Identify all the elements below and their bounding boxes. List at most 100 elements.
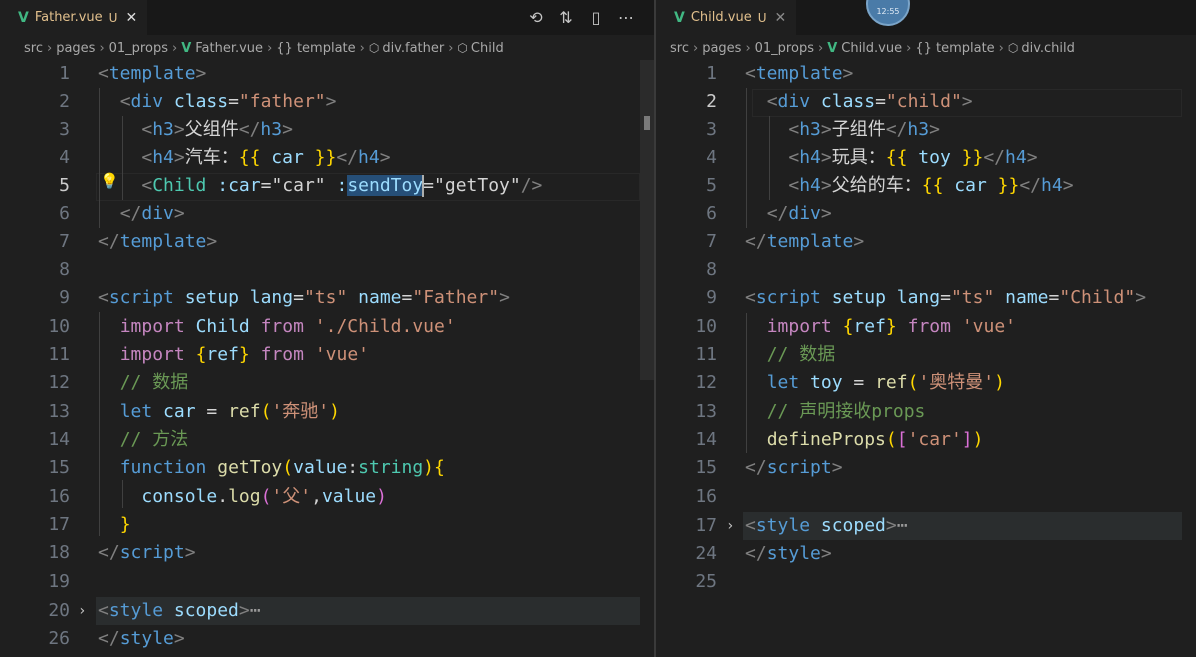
vue-file-icon: V [18,9,29,26]
untracked-badge: U [757,10,767,25]
left-editor-group: V Father.vue U ✕ ⟲ ⇅ ▯ ⋯ src › pages › 01_… [0,0,654,657]
line-number: 18 [48,542,70,563]
line-number: 9 [706,287,717,308]
line-number: 11 [48,344,70,365]
breadcrumb-item[interactable]: div.child [1021,41,1075,56]
timeline-icon[interactable]: ⟲ [528,8,544,27]
breadcrumb-item[interactable]: Child.vue [841,41,902,56]
line-number: 10 [695,316,717,337]
code-line: <style scoped>⋯ [98,600,261,621]
fold-chevron-icon[interactable]: › [726,512,734,540]
source-control-compare-icon[interactable]: ⇅ [558,8,574,27]
tab-father-vue[interactable]: V Father.vue U ✕ [0,0,148,35]
code-line: // 方法 [119,429,189,450]
code-line: <h4>玩具：{{ toy }}</h4> [788,147,1038,168]
line-number: 25 [695,571,717,592]
breadcrumb-item[interactable]: pages [56,41,95,56]
vue-file-icon: V [181,40,192,56]
code-line: <script setup lang="ts" name="Father"> [98,287,510,308]
line-number: 11 [695,344,717,365]
breadcrumb-item[interactable]: {} template [915,41,994,56]
clock-overlay: 12:55 [866,0,910,26]
code-line: </style> [745,543,832,564]
code-line: <h4>汽车：{{ car }}</h4> [141,147,391,168]
code-editor[interactable]: 1 2 3 4 5 6 7 8 9 10 11 12 13 14 15 16 1… [656,60,1196,657]
code-line: <div class="father"> [119,91,337,112]
code-line: </template> [745,231,865,252]
code-line: import {ref} from 'vue' [119,344,369,365]
line-number: 16 [695,486,717,507]
line-number: 15 [695,457,717,478]
vue-file-icon: V [674,9,685,26]
code-line: } [119,514,131,535]
breadcrumb: src › pages › 01_props › V Father.vue › {} te… [24,40,504,56]
code-line: // 声明接收props [766,401,926,422]
element-icon: ⬡ [457,41,468,55]
code-line: </script> [98,542,196,563]
code-line: <h3>子组件</h3> [788,119,940,140]
breadcrumb-item[interactable]: div.father [382,41,444,56]
code-line: // 数据 [766,344,836,365]
left-tabbar: V Father.vue U ✕ ⟲ ⇅ ▯ ⋯ [0,0,654,35]
split-editor-icon[interactable]: ▯ [588,8,604,27]
close-tab-icon[interactable]: ✕ [775,10,787,26]
breadcrumb-item[interactable]: Child [471,41,504,56]
breadcrumb-item[interactable]: {} template [276,41,355,56]
line-number: 17 [695,515,717,536]
line-number: 16 [48,486,70,507]
breadcrumb: src › pages › 01_props › V Child.vue › {} tem… [670,40,1075,56]
line-number: 2 [59,91,70,112]
element-icon: ⬡ [368,41,380,55]
breadcrumb-item[interactable]: pages [702,41,741,56]
line-number: 12 [48,372,70,393]
code-line: <style scoped>⋯ [745,515,908,536]
line-number: 6 [59,203,70,224]
line-number: 5 [706,175,717,196]
close-tab-icon[interactable]: ✕ [125,10,137,26]
code-line: <h4>父给的车：{{ car }}</h4> [788,175,1074,196]
element-icon: ⬡ [1007,41,1019,55]
code-line: <script setup lang="ts" name="Child"> [745,287,1147,308]
fold-chevron-icon[interactable]: › [78,597,86,625]
line-number: 1 [59,63,70,84]
breadcrumb-item[interactable]: 01_props [109,41,168,56]
line-number: 15 [48,457,70,478]
line-number: 2 [706,91,717,112]
breadcrumb-item[interactable]: 01_props [755,41,814,56]
line-number: 17 [48,514,70,535]
editor-actions: ⟲ ⇅ ▯ ⋯ [528,0,634,35]
breadcrumb-item[interactable]: src [670,41,689,56]
line-number: 14 [48,429,70,450]
breadcrumb-item[interactable]: src [24,41,43,56]
code-line: // 数据 [119,372,189,393]
code-line: </script> [745,457,843,478]
code-line: let toy = ref('奥特曼') [766,372,1005,393]
line-number: 4 [706,147,717,168]
code-line: function getToy(value:string){ [119,457,445,478]
code-line: defineProps(['car']) [766,429,984,450]
tab-label: Child.vue [690,10,752,25]
code-line: <template> [98,63,207,84]
line-number: 14 [695,429,717,450]
code-line: <Child :car="car" :sendToy="getToy"/> [141,175,543,197]
line-number: 10 [48,316,70,337]
line-number: 13 [48,401,70,422]
untracked-badge: U [108,10,118,25]
tab-label: Father.vue [34,10,103,25]
line-number: 7 [706,231,717,252]
tab-child-vue[interactable]: V Child.vue U ✕ [656,0,797,35]
code-line: <template> [745,63,854,84]
line-number: 12 [695,372,717,393]
line-number: 3 [59,119,70,140]
line-number: 13 [695,401,717,422]
line-number: 7 [59,231,70,252]
selected-text: sendToy [347,175,424,196]
line-number: 24 [695,543,717,564]
breadcrumb-item[interactable]: Father.vue [195,41,263,56]
more-actions-icon[interactable]: ⋯ [618,8,634,27]
code-line: </div> [766,203,832,224]
line-number: 20 [48,600,70,621]
right-editor-group: V Child.vue U ✕ 12:55 src › pages › 01_pro… [656,0,1196,657]
line-number: 6 [706,203,717,224]
code-editor[interactable]: 💡 1 2 3 4 5 6 7 8 9 10 11 12 13 14 15 16… [0,60,654,657]
